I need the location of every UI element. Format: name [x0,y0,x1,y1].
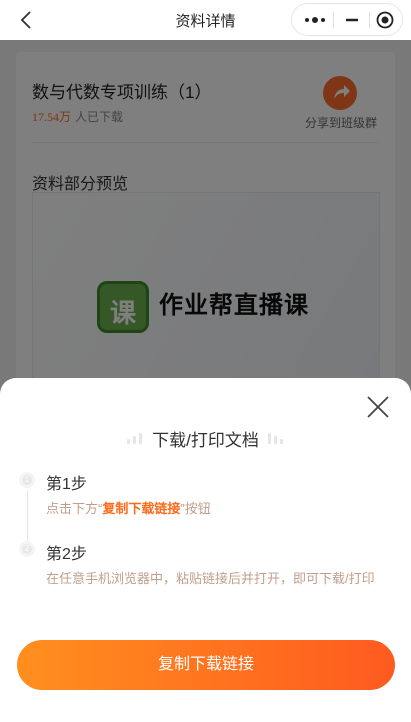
close-icon[interactable] [365,394,391,420]
download-print-sheet: 下载/打印文档 1 第1步 点击下方“复制下载链接”按钮 2 第2步 在任意手机… [0,378,411,722]
sound-bars-left-icon [126,432,146,445]
minimize-icon[interactable] [344,12,360,28]
step-connector [27,490,28,548]
more-dots-icon[interactable] [304,13,326,27]
miniprogram-capsule [291,3,403,36]
step-1-title: 第1步 [46,476,87,493]
target-icon[interactable] [376,11,394,29]
nav-bar: 资料详情 [0,0,411,40]
step-1-desc-highlight: 复制下载链接 [102,501,181,516]
sheet-header: 下载/打印文档 [0,426,411,451]
capsule-divider [369,12,370,28]
step-1-desc-prefix: 点击下方“ [46,501,103,516]
step-2-title: 第2步 [46,546,87,563]
sheet-title: 下载/打印文档 [152,431,259,450]
step-1-desc-suffix: ”按钮 [180,501,211,516]
step-2-badge: 2 [19,541,35,557]
sound-bars-right-icon [265,432,285,445]
step-1-badge: 1 [19,472,35,488]
step-1-description: 点击下方“复制下载链接”按钮 [46,498,386,519]
capsule-divider [333,12,334,28]
copy-download-link-button[interactable]: 复制下载链接 [17,640,395,690]
step-2-description: 在任意手机浏览器中，粘贴链接后并打开，即可下载/打印 [46,571,375,586]
